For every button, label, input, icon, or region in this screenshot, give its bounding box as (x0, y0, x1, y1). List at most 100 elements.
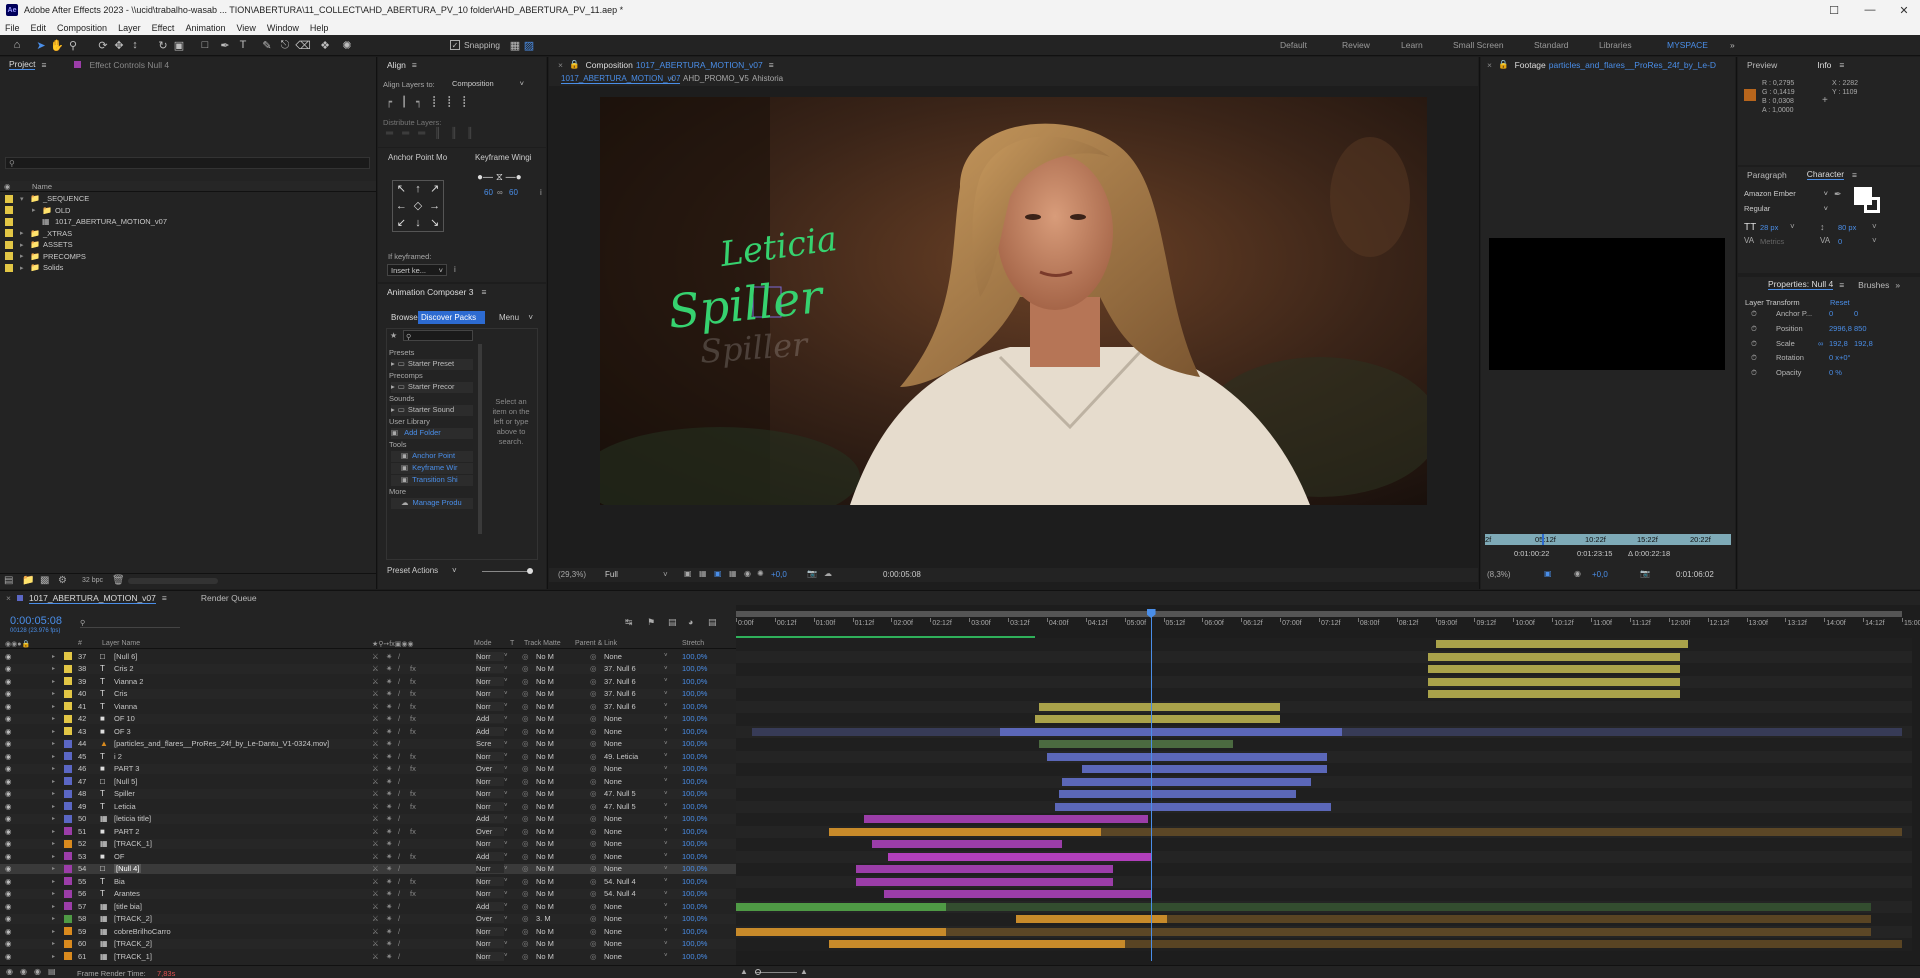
puppet-tool-icon[interactable]: ✺ (340, 38, 354, 52)
layer-name[interactable]: [Null 6] (114, 652, 137, 661)
expand-arrow-icon[interactable]: ▸ (20, 229, 24, 237)
parent-pickwhip-icon[interactable]: ◎ (590, 664, 597, 673)
expand-arrow-icon[interactable]: ▸ (52, 653, 55, 660)
parent-pickwhip-icon[interactable]: ◎ (590, 827, 597, 836)
parent-dropdown[interactable]: None (604, 764, 622, 773)
effect-switch-icon[interactable]: fx (410, 827, 416, 836)
toggle-switches-icon[interactable]: ◉ (6, 967, 13, 976)
video-visibility-icon[interactable]: ◉ (5, 739, 12, 748)
track-matte-dropdown[interactable]: No M (536, 777, 554, 786)
parent-dropdown[interactable]: None (604, 902, 622, 911)
magnification-dropdown[interactable]: (29,3%) (558, 570, 586, 579)
font-style-dropdown[interactable]: Regular ˅ (1744, 204, 1830, 215)
quality-switch-icon[interactable]: / (398, 939, 400, 948)
expand-arrow-icon[interactable]: ▸ (52, 890, 55, 897)
footage-viewer[interactable] (1489, 238, 1725, 370)
layer-name[interactable]: i 2 (114, 752, 122, 761)
quality-switch-icon[interactable]: / (398, 814, 400, 823)
collapse-switch-icon[interactable]: ✷ (386, 777, 392, 786)
shy-switch-icon[interactable]: ⚔ (372, 827, 379, 836)
track-matte-pickwhip-icon[interactable]: ◎ (522, 714, 529, 723)
track-matte-pickwhip-icon[interactable]: ◎ (522, 927, 529, 936)
layer-name[interactable]: Vianna 2 (114, 677, 143, 686)
layer-duration-bar[interactable] (1428, 678, 1681, 686)
quality-switch-icon[interactable]: / (398, 702, 400, 711)
video-visibility-icon[interactable]: ◉ (5, 914, 12, 923)
breadcrumb-item-ahistoria[interactable]: Ahistoria (752, 74, 783, 83)
layer-label-swatch[interactable] (64, 927, 72, 935)
collapse-switch-icon[interactable]: ✷ (386, 889, 392, 898)
video-visibility-icon[interactable]: ◉ (5, 652, 12, 661)
parent-dropdown[interactable]: None (604, 852, 622, 861)
snapping-checkbox[interactable]: ✓ (450, 40, 460, 50)
exposure-value[interactable]: +0,0 (771, 570, 787, 579)
collapse-switch-icon[interactable]: ✷ (386, 802, 392, 811)
layer-label-swatch[interactable] (64, 665, 72, 673)
expand-arrow-icon[interactable]: ▸ (52, 940, 55, 947)
quality-switch-icon[interactable]: / (398, 852, 400, 861)
collapse-switch-icon[interactable]: ✷ (386, 839, 392, 848)
timeline-layer-row[interactable]: ◉ ▸ 58 ▦ [TRACK_2] ⚔ ✷ / Over ˅ ◎ 3. M ◎ None ˅ 100,0% (0, 914, 736, 924)
parent-dropdown[interactable]: None (604, 927, 622, 936)
project-search-input[interactable]: ⚲ (5, 157, 370, 169)
menu-animation[interactable]: Animation (180, 23, 231, 33)
composer-item[interactable]: ▸ ▭ Starter Sound (391, 405, 473, 416)
parent-pickwhip-icon[interactable]: ◎ (590, 702, 597, 711)
blend-mode-dropdown[interactable]: Norr (476, 802, 504, 811)
track-matte-dropdown[interactable]: No M (536, 952, 554, 961)
collapse-switch-icon[interactable]: ✷ (386, 927, 392, 936)
show-snapshot-icon[interactable]: ☁ (824, 569, 832, 578)
layer-name[interactable]: PART 2 (114, 827, 139, 836)
workspace-standard[interactable]: Standard (1534, 40, 1569, 50)
track-matte-dropdown[interactable]: No M (536, 827, 554, 836)
toggle-modes-icon[interactable]: ◉ (20, 967, 27, 976)
video-visibility-icon[interactable]: ◉ (5, 952, 12, 961)
panel-menu-icon[interactable]: ≡ (41, 60, 46, 70)
track-matte-pickwhip-icon[interactable]: ◎ (522, 789, 529, 798)
zoom-tool-icon[interactable]: ⚲ (66, 38, 80, 52)
video-visibility-icon[interactable]: ◉ (5, 689, 12, 698)
layer-label-swatch[interactable] (64, 827, 72, 835)
collapse-switch-icon[interactable]: ✷ (386, 902, 392, 911)
blend-mode-dropdown[interactable]: Norr (476, 839, 504, 848)
timeline-layer-row[interactable]: ◉ ▸ 38 T Cris 2 ⚔ ✷ / fx Norr ˅ ◎ No M ◎ 37. Null 6 ˅ 10… (0, 664, 736, 674)
panel-menu-icon[interactable]: ≡ (769, 60, 774, 70)
property-value-2[interactable]: 192,8 (1854, 339, 1873, 348)
label-swatch[interactable] (5, 218, 13, 226)
parent-pickwhip-icon[interactable]: ◎ (590, 839, 597, 848)
quality-switch-icon[interactable]: / (398, 752, 400, 761)
stopwatch-icon[interactable]: ⏱ (1751, 309, 1757, 319)
shy-switch-icon[interactable]: ⚔ (372, 752, 379, 761)
tab-character[interactable]: Character (1807, 169, 1844, 180)
timeline-layer-row[interactable]: ◉ ▸ 56 T Arantes ⚔ ✷ / fx Norr ˅ ◎ No M ◎ 54. Null 4 ˅ 1… (0, 889, 736, 899)
clone-stamp-tool-icon[interactable]: ⎋ (278, 38, 292, 52)
video-visibility-icon[interactable]: ◉ (5, 889, 12, 898)
layer-duration-bar[interactable] (1035, 715, 1280, 723)
tab-render-queue[interactable]: Render Queue (201, 593, 257, 603)
property-value-2[interactable]: 0 (1854, 309, 1858, 318)
effect-switch-icon[interactable]: fx (410, 789, 416, 798)
stretch-value[interactable]: 100,0% (682, 939, 707, 948)
blend-mode-dropdown[interactable]: Norr (476, 889, 504, 898)
region-icon[interactable]: ▣ (1544, 569, 1552, 578)
timeline-layer-row[interactable]: ◉ ▸ 53 ■ OF ⚔ ✷ / fx Add ˅ ◎ No M ◎ None ˅ 100,0% (0, 851, 736, 861)
timeline-layer-row[interactable]: ◉ ▸ 45 Ti 2 ⚔ ✷ / fx Norr ˅ ◎ No M ◎ 49. Leticia ˅ 100,… (0, 751, 736, 761)
effect-switch-icon[interactable]: fx (410, 727, 416, 736)
blend-mode-dropdown[interactable]: Norr (476, 689, 504, 698)
layer-duration-bar[interactable] (1055, 803, 1331, 811)
footage-exposure[interactable]: +0,0 (1592, 570, 1608, 579)
track-matte-pickwhip-icon[interactable]: ◎ (522, 902, 529, 911)
layer-name[interactable]: OF 3 (114, 727, 131, 736)
parent-pickwhip-icon[interactable]: ◎ (590, 689, 597, 698)
stretch-value[interactable]: 100,0% (682, 802, 707, 811)
expand-arrow-icon[interactable]: ▸ (52, 753, 55, 760)
discover-packs-button[interactable]: Discover Packs (418, 311, 485, 324)
label-swatch[interactable] (5, 264, 13, 272)
tab-effect-controls[interactable]: Effect Controls Null 4 (89, 60, 169, 70)
shy-switch-icon[interactable]: ⚔ (372, 714, 379, 723)
layer-name[interactable]: [TRACK_1] (114, 839, 152, 848)
video-visibility-icon[interactable]: ◉ (5, 814, 12, 823)
expand-arrow-icon[interactable]: ▸ (52, 778, 55, 785)
hand-tool-icon[interactable]: ✋ (50, 38, 64, 52)
pan-tool-icon[interactable]: ✥ (112, 38, 126, 52)
